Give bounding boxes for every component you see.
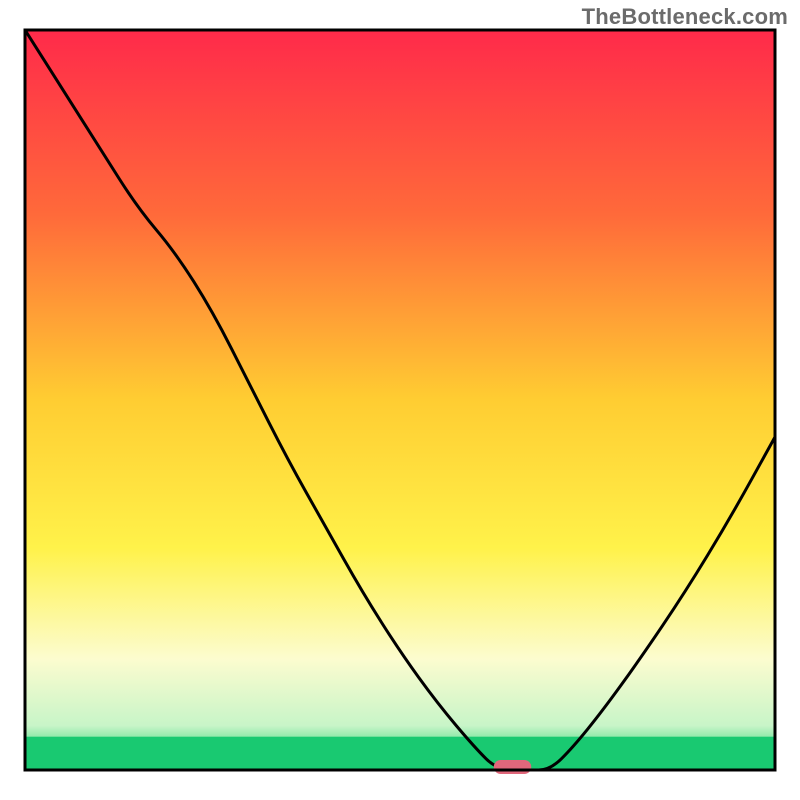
gradient-background [25, 30, 775, 770]
bottleneck-chart [0, 0, 800, 800]
optimal-zone-marker [494, 760, 532, 774]
watermark-text: TheBottleneck.com [582, 4, 788, 30]
green-band [25, 737, 775, 770]
plot-area [25, 30, 775, 774]
chart-stage: TheBottleneck.com [0, 0, 800, 800]
